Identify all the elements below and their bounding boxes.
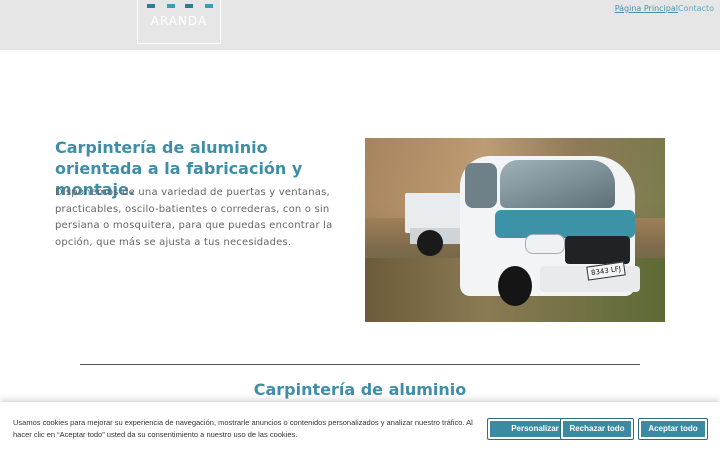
cookie-banner: Usamos cookies para mejorar su experienc… <box>0 402 720 450</box>
logo-text: ARANDA <box>150 14 208 28</box>
nav-link-home[interactable]: Página Principal <box>615 4 678 13</box>
truck-hood-stripe <box>495 210 635 238</box>
truck-front-wheel <box>498 266 532 306</box>
truck-grille <box>565 236 630 264</box>
truck-photo: 8343 LFJ <box>365 138 665 322</box>
reject-all-button[interactable]: Rechazar todo <box>560 418 634 440</box>
main-nav: Página PrincipalContacto <box>615 4 714 13</box>
accept-all-button[interactable]: Aceptar todo <box>638 418 708 440</box>
section-title: Carpintería de aluminio <box>253 380 467 399</box>
top-bar: ARANDA Página PrincipalContacto <box>0 0 720 50</box>
truck-headlight <box>525 234 565 254</box>
logo-mark <box>147 4 155 8</box>
cookie-text: Usamos cookies para mejorar su experienc… <box>13 418 473 439</box>
logo-marks <box>147 4 213 8</box>
logo-mark <box>185 4 193 8</box>
section-divider <box>80 364 640 365</box>
truck-side-window <box>465 163 497 208</box>
truck-rear-wheel <box>417 230 443 256</box>
logo-mark <box>167 4 175 8</box>
nav-link-contact[interactable]: Contacto <box>678 4 714 13</box>
hero-description: Disponemos de una variedad de puertas y … <box>55 187 333 248</box>
logo-mark <box>205 4 213 8</box>
truck-windshield <box>500 160 615 208</box>
aranda-logo[interactable]: ARANDA <box>137 0 221 44</box>
